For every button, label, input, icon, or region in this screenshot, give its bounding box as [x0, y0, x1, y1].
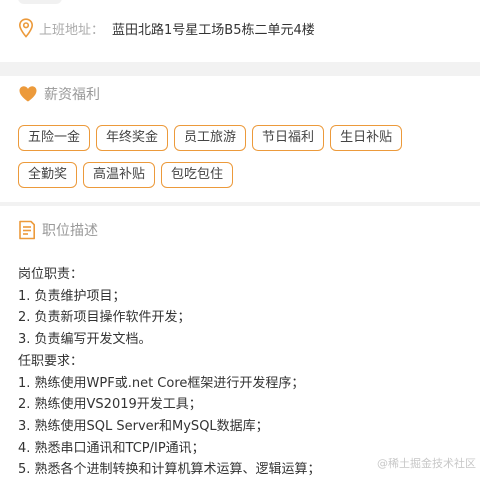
welfare-card: 薪资福利 五险一金 年终奖金 员工旅游 节日福利 生日补贴 全勤奖 高温补贴 包…: [0, 76, 480, 202]
welfare-tag: 五险一金: [18, 125, 91, 151]
description-line: 3. 负责编写开发文档。: [18, 332, 152, 348]
address-label: 上班地址：: [39, 22, 105, 38]
welfare-title: 薪资福利: [44, 87, 100, 103]
welfare-tag: 年终奖金: [96, 125, 169, 151]
heart-icon: [19, 86, 37, 102]
description-line: 1. 熟练使用WPF或.net Core框架进行开发程序；: [18, 375, 305, 391]
welfare-header: 薪资福利: [18, 84, 100, 104]
welfare-tag: 高温补贴: [83, 162, 156, 188]
description-header: 职位描述: [18, 220, 98, 240]
location-pin-icon: [18, 18, 34, 38]
top-stub: [18, 0, 62, 4]
welfare-tag: 包吃包住: [161, 162, 234, 188]
watermark: @稀土掘金技术社区: [377, 457, 476, 470]
welfare-tag: 节日福利: [252, 125, 325, 151]
description-line: 任职要求：: [18, 353, 84, 369]
description-line: 岗位职责：: [18, 267, 84, 282]
description-line: 2. 熟练使用VS2019开发工具；: [18, 397, 202, 413]
description-title: 职位描述: [42, 223, 98, 239]
welfare-tag: 生日补贴: [330, 125, 403, 151]
description-body: 岗位职责： 1. 负责维护项目； 2. 负责新项目操作软件开发； 3. 负责编写…: [18, 264, 462, 480]
address-value: 蓝田北路1号星工场B5栋二单元4楼: [112, 22, 315, 38]
address-row[interactable]: 上班地址： 蓝田北路1号星工场B5栋二单元4楼: [18, 18, 315, 38]
description-line: 3. 熟练使用SQL Server和MySQL数据库；: [18, 418, 269, 434]
address-card: 上班地址： 蓝田北路1号星工场B5栋二单元4楼: [0, 0, 480, 62]
description-line: 2. 负责新项目操作软件开发；: [18, 310, 191, 326]
description-line: 1. 负责维护项目；: [18, 288, 126, 304]
description-card: 职位描述 岗位职责： 1. 负责维护项目； 2. 负责新项目操作软件开发； 3.…: [0, 206, 480, 480]
welfare-tag: 全勤奖: [18, 162, 78, 188]
document-icon: [19, 220, 35, 240]
welfare-tag: 员工旅游: [174, 125, 247, 151]
welfare-tags: 五险一金 年终奖金 员工旅游 节日福利 生日补贴 全勤奖 高温补贴 包吃包住: [18, 125, 418, 188]
